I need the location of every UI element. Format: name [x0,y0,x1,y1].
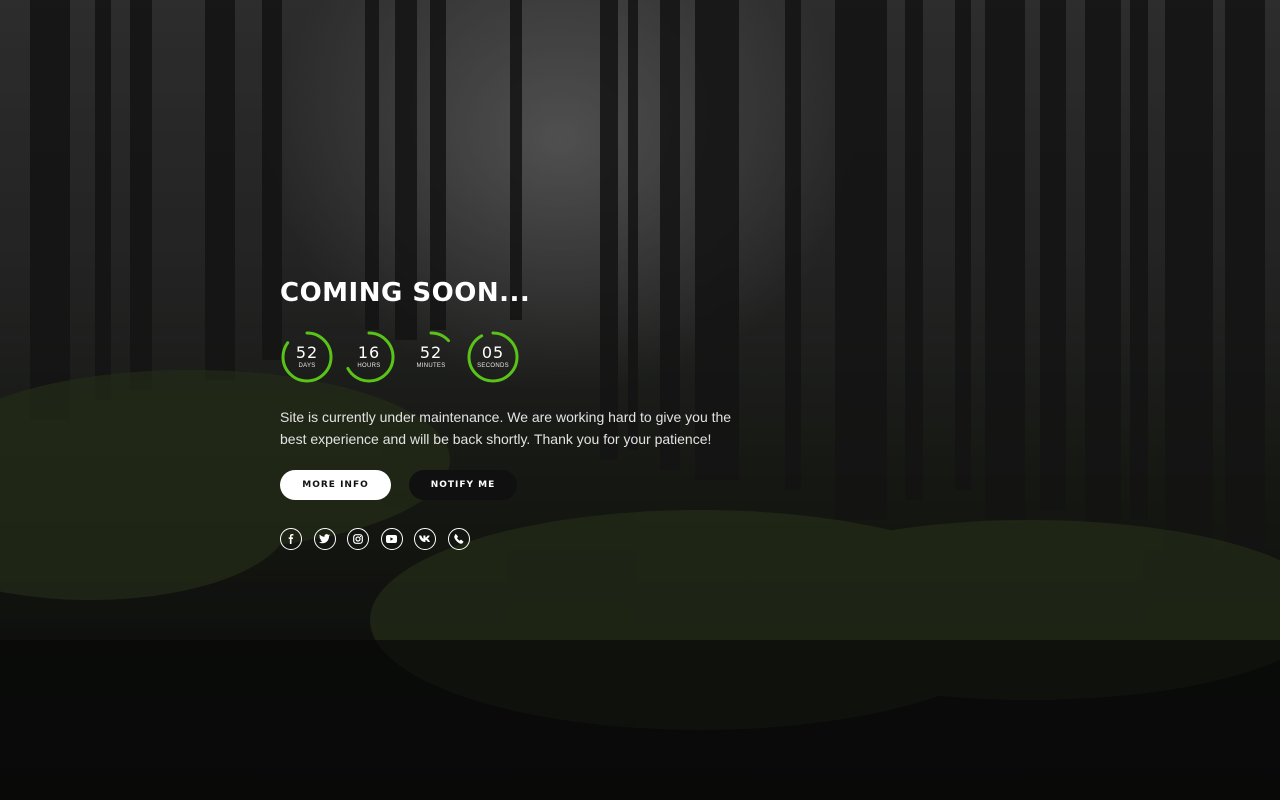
hours-value: 16 [357,343,381,362]
hours-label: HOURS [357,363,381,369]
days-value: 52 [295,343,319,362]
coming-soon-panel: COMING SOON... 52 DAYS 16 HOURS 52 MINUT… [280,276,780,550]
countdown-minutes: 52 MINUTES [404,330,458,384]
days-label: DAYS [298,363,316,369]
maintenance-description: Site is currently under maintenance. We … [280,409,732,447]
countdown-seconds: 05 SECONDS [466,330,520,384]
seconds-label: SECONDS [477,363,509,369]
more-info-button[interactable]: MORE INFO [280,470,391,500]
phone-icon[interactable] [447,528,470,550]
page-title: COMING SOON... [280,278,531,308]
facebook-icon[interactable] [280,528,302,550]
youtube-icon[interactable] [380,528,403,550]
minutes-value: 52 [419,343,443,362]
action-buttons: MORE INFO NOTIFY ME [280,470,780,500]
notify-me-button[interactable]: NOTIFY ME [409,470,517,500]
countdown-timer: 52 DAYS 16 HOURS 52 MINUTES 05 SECONDS [280,330,780,384]
instagram-icon[interactable] [347,528,369,550]
countdown-hours: 16 HOURS [342,330,396,384]
social-links [280,528,780,550]
countdown-days: 52 DAYS [280,330,334,384]
seconds-value: 05 [481,343,505,362]
minutes-label: MINUTES [416,363,446,369]
vk-icon[interactable] [414,528,436,550]
twitter-icon[interactable] [313,528,336,550]
